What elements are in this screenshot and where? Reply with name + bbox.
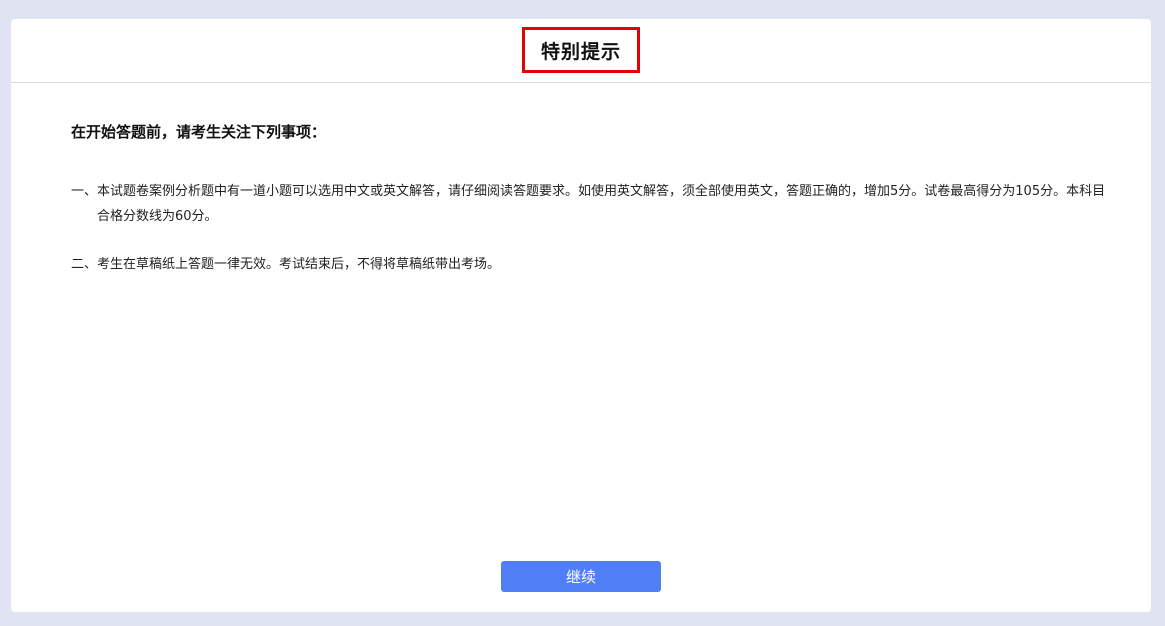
dialog-header: 特别提示: [11, 19, 1151, 83]
notice-item-2: 二、 考生在草稿纸上答题一律无效。考试结束后，不得将草稿纸带出考场。: [71, 252, 1111, 277]
continue-button[interactable]: 继续: [501, 561, 661, 592]
notice-item-1-text: 本试题卷案例分析题中有一道小题可以选用中文或英文解答，请仔细阅读答题要求。如使用…: [97, 179, 1111, 229]
notice-item-2-prefix: 二、: [71, 252, 97, 277]
notice-dialog: 特别提示 在开始答题前，请考生关注下列事项： 一、 本试题卷案例分析题中有一道小…: [11, 19, 1151, 612]
notice-item-2-text: 考生在草稿纸上答题一律无效。考试结束后，不得将草稿纸带出考场。: [97, 252, 1111, 277]
notice-item-1-prefix: 一、: [71, 179, 97, 204]
dialog-title: 特别提示: [541, 37, 621, 64]
title-highlight-box: 特别提示: [522, 27, 640, 73]
notice-item-1: 一、 本试题卷案例分析题中有一道小题可以选用中文或英文解答，请仔细阅读答题要求。…: [71, 179, 1111, 229]
notice-heading: 在开始答题前，请考生关注下列事项：: [71, 121, 326, 142]
